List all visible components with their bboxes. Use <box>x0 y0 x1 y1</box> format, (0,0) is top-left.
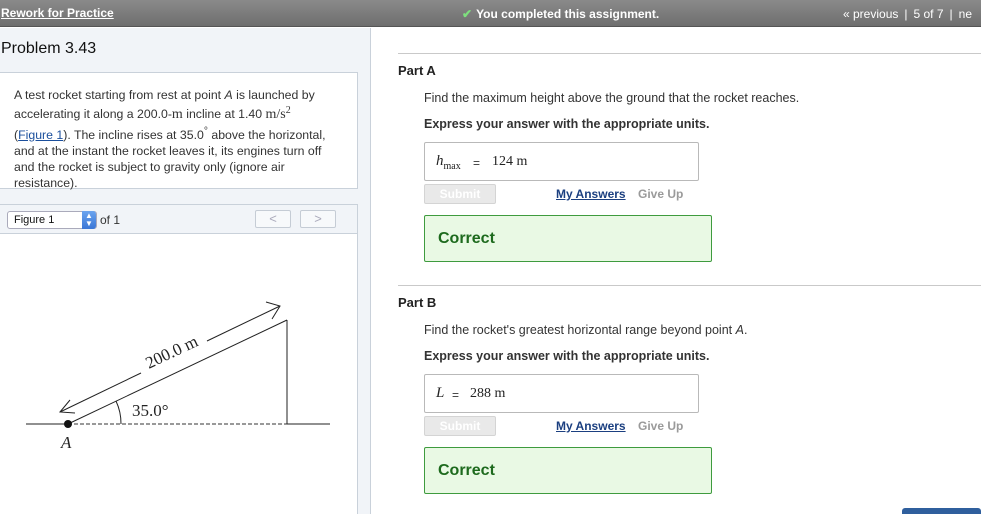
figure-select-value: Figure 1 <box>14 214 55 226</box>
equals-sign: = <box>452 388 460 402</box>
figure-select[interactable]: Figure 1 ▲ ▼ <box>7 211 97 229</box>
statement-text: A test rocket starting from rest at poin… <box>14 88 225 102</box>
part-b-question: Find the rocket's greatest horizontal ra… <box>424 323 747 337</box>
equals-sign: = <box>473 156 481 170</box>
part-b-feedback: Correct <box>424 447 712 494</box>
pager-separator: | <box>904 7 908 21</box>
part-a-answer-field[interactable]: hmax = 124 m <box>424 142 699 181</box>
arrowhead-icon <box>265 301 281 320</box>
figure-prev-button[interactable]: < <box>255 210 291 228</box>
completion-text: You completed this assignment. <box>476 7 660 21</box>
part-b-instruction: Express your answer with the appropriate… <box>424 349 710 363</box>
problem-position: 5 of 7 <box>913 7 944 21</box>
length-label: 200.0 m <box>142 331 200 372</box>
correct-label: Correct <box>438 230 495 247</box>
part-a-my-answers-link[interactable]: My Answers <box>556 187 626 201</box>
part-b-answer-field[interactable]: L = 288 m <box>424 374 699 413</box>
figure-link[interactable]: Figure 1 <box>18 128 63 142</box>
angle-label: 35.0° <box>132 401 169 420</box>
correct-label: Correct <box>438 462 495 479</box>
statement-text: incline at 1.40 <box>182 107 266 122</box>
select-arrows-icon: ▲ ▼ <box>82 211 96 229</box>
next-link[interactable]: ne <box>959 7 972 21</box>
point-a-label: A <box>60 433 72 452</box>
part-a-feedback: Correct <box>424 215 712 262</box>
statement-text: . The incline rises at 35.0 <box>67 127 204 142</box>
figure-next-button[interactable]: > <box>300 210 336 228</box>
dimension-line <box>59 372 142 413</box>
problem-panel: Problem 3.43 A test rocket starting from… <box>0 28 371 514</box>
figure-count: of 1 <box>100 213 121 227</box>
checkmark-icon: ✔ <box>462 7 473 21</box>
dimension-line <box>206 305 281 342</box>
top-bar: Rework for Practice ✔ You completed this … <box>0 0 981 27</box>
angle-arc <box>115 400 122 425</box>
answer-value: 288 m <box>470 386 506 401</box>
incline-surface <box>67 319 288 425</box>
part-b-give-up-link[interactable]: Give Up <box>638 419 683 433</box>
part-b-my-answers-link[interactable]: My Answers <box>556 419 626 433</box>
problem-title: Problem 3.43 <box>1 40 97 57</box>
incline-diagram: 200.0 m 35.0° A <box>26 301 330 452</box>
answer-variable: L <box>436 385 445 401</box>
point-a-dot <box>64 420 72 428</box>
variable-symbol: h <box>436 153 444 169</box>
part-a-submit-button[interactable]: Submit <box>424 184 496 204</box>
answer-variable: hmax <box>436 153 461 172</box>
question-text: . <box>743 323 748 337</box>
part-a-give-up-link[interactable]: Give Up <box>638 187 683 201</box>
point-label: A <box>735 323 744 337</box>
acceleration-unit: m/s <box>265 107 286 123</box>
continue-button[interactable] <box>902 508 981 514</box>
variable-subscript: max <box>443 161 461 172</box>
previous-link[interactable]: « previous <box>843 7 898 21</box>
part-a: Part A Find the maximum height above the… <box>398 53 981 283</box>
answer-value: 124 m <box>492 154 528 169</box>
part-b: Part B Find the rocket's greatest horizo… <box>398 285 981 514</box>
point-label: A <box>224 88 233 102</box>
completion-status: ✔ You completed this assignment. <box>462 7 659 21</box>
unit-label: m <box>171 107 183 123</box>
figure-toolbar: Figure 1 ▲ ▼ of 1 < > <box>0 204 358 234</box>
part-b-submit-button[interactable]: Submit <box>424 416 496 436</box>
part-b-title: Part B <box>398 295 437 310</box>
part-a-question: Find the maximum height above the ground… <box>424 91 800 105</box>
unit-exponent: 2 <box>285 105 291 117</box>
part-a-title: Part A <box>398 63 436 78</box>
part-a-instruction: Express your answer with the appropriate… <box>424 117 710 131</box>
question-text: Find the rocket's greatest horizontal ra… <box>424 323 736 337</box>
figure-area: 200.0 m 35.0° A <box>0 234 358 514</box>
rework-for-practice-link[interactable]: Rework for Practice <box>1 6 114 20</box>
problem-statement: A test rocket starting from rest at poin… <box>0 72 358 190</box>
assignment-pager: « previous | 5 of 7 | ne <box>843 7 972 21</box>
pager-separator: | <box>949 7 953 21</box>
